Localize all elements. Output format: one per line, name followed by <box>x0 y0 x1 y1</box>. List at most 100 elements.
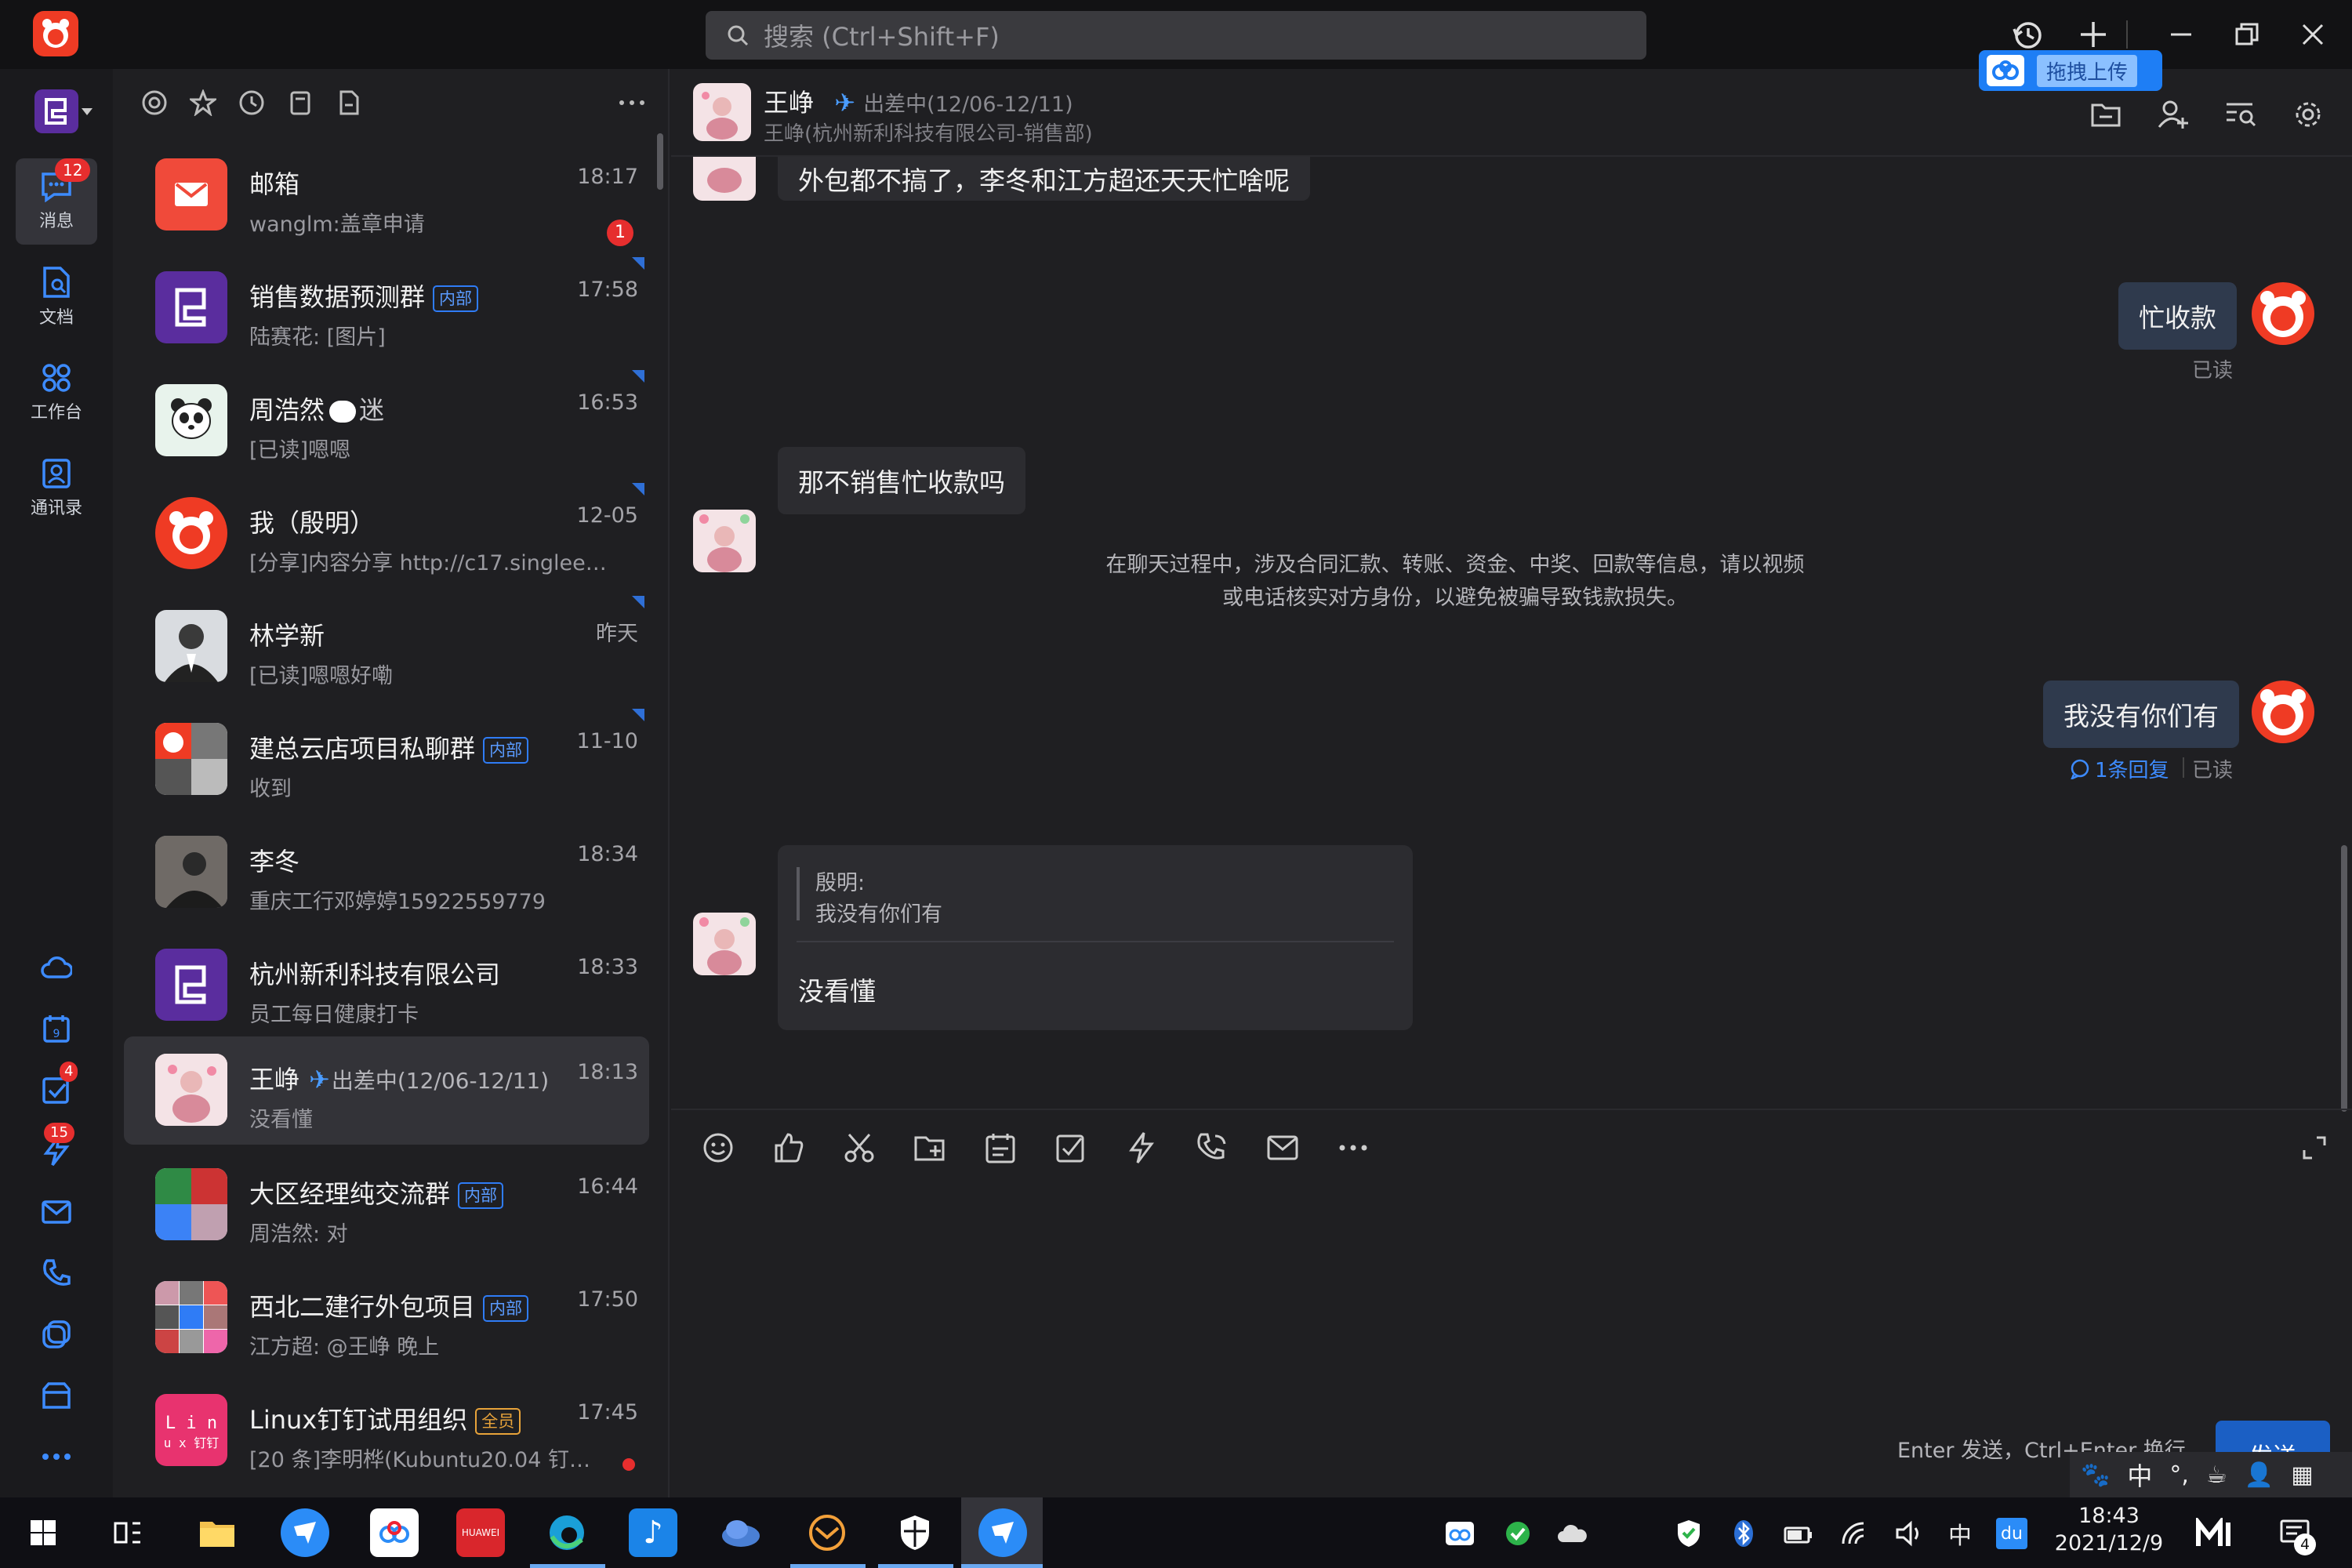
scissors-icon[interactable] <box>836 1124 883 1171</box>
tray-bluetooth-icon[interactable] <box>1728 1518 1759 1549</box>
security-shield-icon[interactable] <box>891 1508 939 1557</box>
conversation-item[interactable]: 杭州新利科技有限公司 员工每日健康打卡 18:33 <box>124 931 649 1040</box>
clock[interactable]: 18:43 2021/12/9 <box>2046 1504 2172 1555</box>
reply-count-link[interactable]: 1条回复 <box>2070 754 2169 783</box>
cloud-app-icon[interactable] <box>717 1508 765 1557</box>
ime-mode[interactable]: 中 <box>2127 1457 2152 1493</box>
contact-name[interactable]: 王峥 <box>764 88 814 118</box>
conversation-item[interactable]: 邮箱 wanglm:盖章申请 18:17 1 <box>124 141 649 249</box>
conversation-item[interactable]: 大区经理纯交流群 内部 周浩然: 对 16:44 <box>124 1151 649 1259</box>
rail-cloud[interactable] <box>34 946 78 989</box>
org-logo[interactable] <box>34 89 78 133</box>
mail-compose-icon[interactable] <box>1259 1124 1306 1171</box>
sender-avatar[interactable] <box>693 157 756 201</box>
windows-start-icon[interactable] <box>19 1508 67 1557</box>
star-icon[interactable] <box>190 89 216 116</box>
my-avatar[interactable] <box>2252 282 2314 345</box>
dingtalk-icon[interactable] <box>281 1508 329 1557</box>
internal-tag: 内部 <box>483 1295 529 1322</box>
send-file-icon[interactable] <box>906 1124 953 1171</box>
message-bubble[interactable]: 那不销售忙收款吗 <box>778 447 1025 514</box>
music-app-icon[interactable]: ♪ <box>629 1508 677 1557</box>
keyboard-icon[interactable]: ☕ <box>2206 1461 2227 1489</box>
add-member-icon[interactable] <box>2150 91 2197 138</box>
conversation-item[interactable]: 销售数据预测群 内部 陆赛花: [图片] 17:58 <box>124 254 649 362</box>
conversation-item-selected[interactable]: 王峥 ✈出差中(12/06-12/11) 没看懂 18:13 <box>124 1036 649 1145</box>
conversation-item[interactable]: 我（殷明） [分享]内容分享 http://c17.singlee.... 12… <box>124 480 649 588</box>
message-bubble-self[interactable]: 我没有你们有 <box>2043 681 2239 748</box>
tray-netdisk-icon[interactable] <box>1444 1518 1475 1549</box>
at-mention-icon[interactable] <box>141 89 168 116</box>
rail-workbench[interactable]: 工作台 <box>16 350 97 436</box>
message-bubble-self[interactable]: 忙收款 <box>2118 282 2237 350</box>
message-text: 没看懂 <box>798 976 876 1007</box>
tray-app-m-icon[interactable] <box>2194 1518 2238 1549</box>
rail-calendar[interactable]: 9 <box>34 1007 78 1051</box>
punctuation-icon[interactable]: °, <box>2169 1461 2189 1489</box>
tray-ime-label[interactable]: 中 <box>1944 1518 1976 1550</box>
rail-contacts[interactable]: 通讯录 <box>16 445 97 532</box>
chat-files-icon[interactable] <box>2082 91 2129 138</box>
org-switch-chevron-icon[interactable] <box>82 108 93 115</box>
call-icon[interactable] <box>1189 1124 1236 1171</box>
rail-files[interactable] <box>34 1374 78 1417</box>
conversation-item[interactable]: 林学新 [已读]嗯嗯好嘞 昨天 <box>124 593 649 701</box>
settings-gear-icon[interactable] <box>2285 91 2332 138</box>
tray-onedrive-icon[interactable] <box>1557 1518 1588 1549</box>
close-button[interactable] <box>2289 11 2336 58</box>
conversation-preview: 员工每日健康打卡 <box>249 1003 419 1027</box>
mail-client-icon[interactable] <box>803 1508 851 1557</box>
thumbs-up-icon[interactable] <box>765 1124 812 1171</box>
task-check-icon[interactable] <box>1047 1124 1094 1171</box>
sender-avatar[interactable] <box>693 510 756 572</box>
file-icon[interactable] <box>336 89 362 116</box>
list-more-icon[interactable] <box>618 99 646 107</box>
ding-lightning-icon[interactable] <box>1118 1124 1165 1171</box>
baidu-netdisk-icon[interactable] <box>370 1508 419 1557</box>
search-history-icon[interactable] <box>2217 91 2264 138</box>
conversation-item[interactable]: 李冬 重庆工行邓婷婷15922559779 18:34 <box>124 818 649 927</box>
minimize-button[interactable] <box>2158 11 2205 58</box>
rail-more[interactable] <box>34 1435 78 1479</box>
conversation-item[interactable]: 西北二建行外包项目 内部 江方超: @王峥 晚上 17:50 <box>124 1264 649 1372</box>
paw-icon[interactable]: 🐾 <box>2081 1461 2110 1489</box>
tray-battery-icon[interactable] <box>1783 1518 1814 1549</box>
more-tools-icon[interactable] <box>1330 1124 1377 1171</box>
dingtalk-active-icon[interactable] <box>978 1508 1027 1557</box>
rail-notes[interactable] <box>34 1312 78 1356</box>
rail-docs[interactable]: 文档 <box>16 254 97 340</box>
tray-du-icon[interactable]: du <box>1996 1518 2027 1549</box>
expand-composer-icon[interactable] <box>2291 1124 2338 1171</box>
task-view-icon[interactable] <box>103 1508 152 1557</box>
tray-wifi-icon[interactable] <box>1839 1518 1871 1549</box>
conversation-item[interactable]: L i n u x 钉钉 Linux钉钉试用组织 全员 [20 条]李明桦(Kubu… <box>124 1377 649 1485</box>
tray-defender-icon[interactable] <box>1673 1518 1704 1549</box>
user-icon[interactable]: 👤 <box>2245 1461 2274 1489</box>
emoji-icon[interactable] <box>695 1124 742 1171</box>
rail-phone[interactable] <box>34 1251 78 1295</box>
tray-volume-icon[interactable] <box>1894 1518 1926 1549</box>
drag-upload-widget[interactable]: 拖拽上传 <box>1979 50 2162 91</box>
grid-icon[interactable]: ▦ <box>2291 1461 2313 1489</box>
message-bubble[interactable]: 外包都不搞了，李冬和江方超还天天忙啥呢 <box>778 157 1310 201</box>
sender-avatar[interactable] <box>693 913 756 975</box>
clipboard-icon[interactable] <box>287 89 314 116</box>
conversation-item[interactable]: 建总云店项目私聊群 内部 收到 11-10 <box>124 706 649 814</box>
rail-mail[interactable] <box>34 1190 78 1234</box>
file-explorer-icon[interactable] <box>193 1508 241 1557</box>
chat-scrollbar[interactable] <box>2341 845 2347 1112</box>
my-avatar[interactable] <box>2252 681 2314 743</box>
list-scrollbar[interactable] <box>657 133 663 190</box>
restore-button[interactable] <box>2223 11 2270 58</box>
tray-check-icon[interactable] <box>1502 1518 1534 1549</box>
search-input[interactable]: 搜索 (Ctrl+Shift+F) <box>706 11 1646 60</box>
edge-browser-icon[interactable] <box>543 1508 591 1557</box>
contact-avatar[interactable] <box>693 83 751 141</box>
quote-reply-bubble[interactable]: 殷明: 我没有你们有 没看懂 <box>778 845 1413 1030</box>
conversation-name: 周浩然迷 <box>249 395 385 425</box>
recent-icon[interactable] <box>238 89 265 116</box>
huawei-icon[interactable]: HUAWEI <box>456 1508 505 1557</box>
conversation-item[interactable]: 周浩然迷 [已读]嗯嗯 16:53 <box>124 367 649 475</box>
conversation-time: 昨天 <box>596 622 638 646</box>
schedule-icon[interactable] <box>977 1124 1024 1171</box>
